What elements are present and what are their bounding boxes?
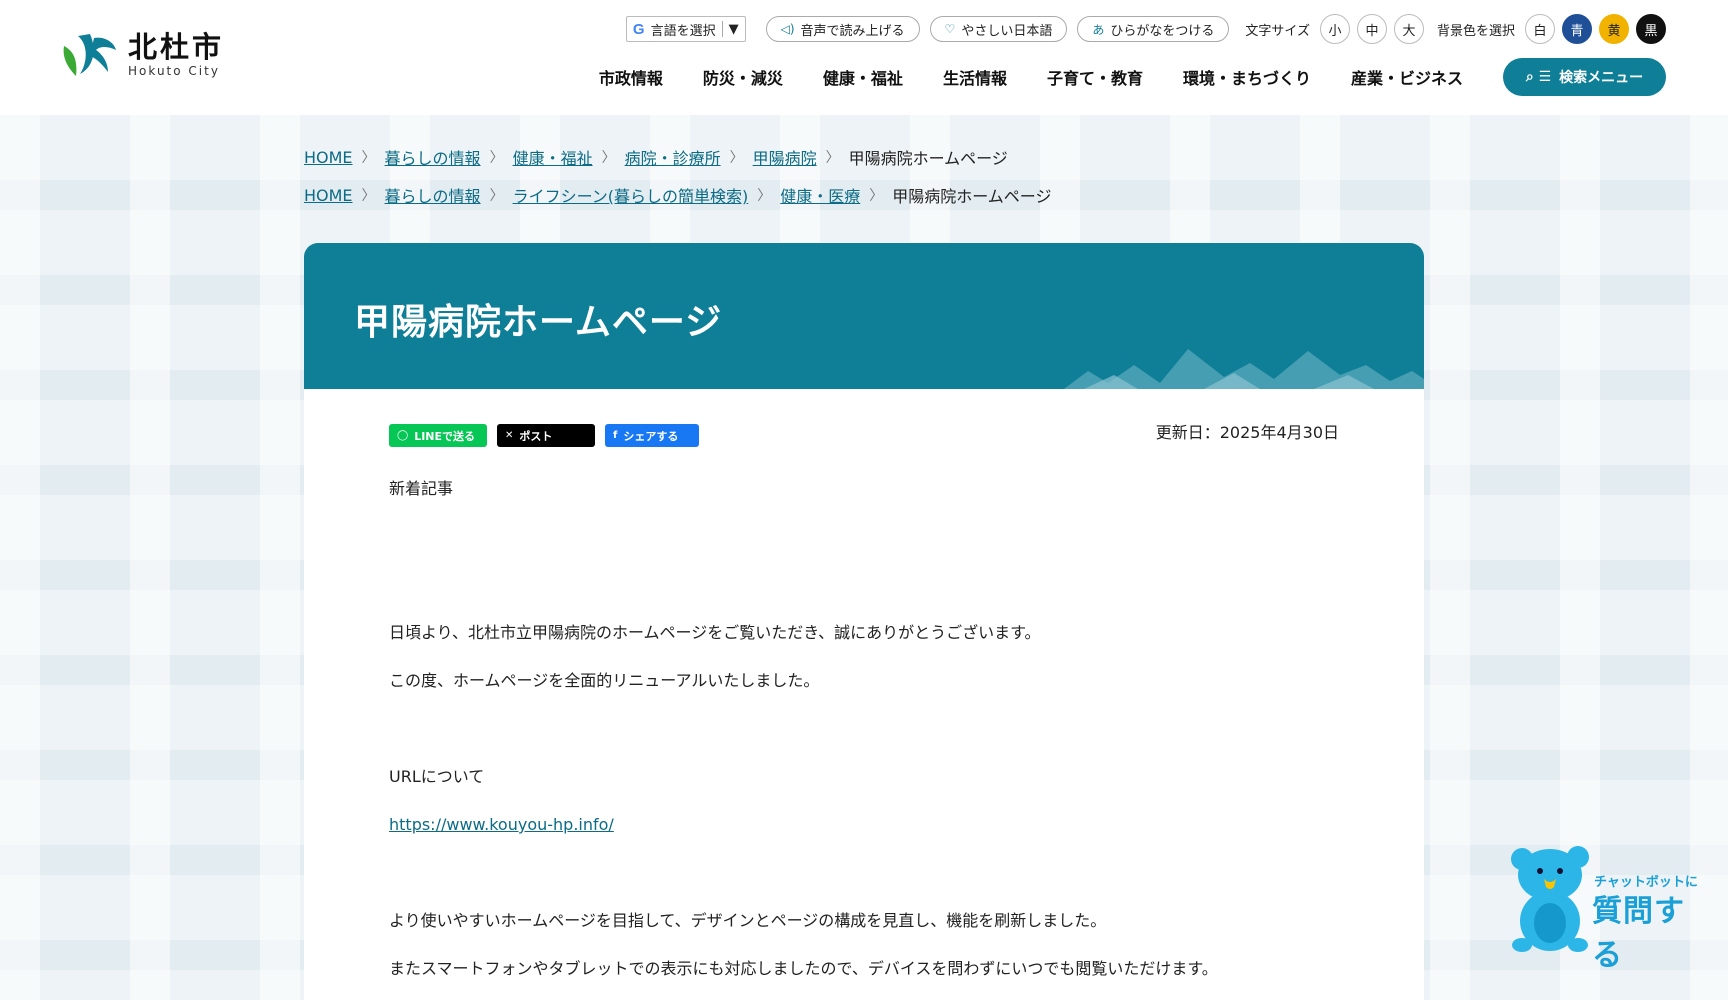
paragraph: またスマートフォンやタブレットでの表示にも対応しましたので、デバイスを問わずにい… — [389, 959, 1218, 978]
logo-jp-text: 北杜市 — [128, 29, 225, 64]
x-post-button[interactable]: ✕ ポスト — [497, 424, 595, 447]
chatbot-button[interactable]: チャットボットに 質問する — [1508, 845, 1708, 973]
chevron-right-icon: 〉 — [825, 150, 840, 166]
hokuto-logo-icon — [63, 34, 116, 76]
nav-item-business[interactable]: 産業・ビジネス — [1351, 65, 1463, 89]
site-header: 北杜市 Hokuto City G 言語を選択 ▼ ◁) 音声で読み上げる ♡ … — [0, 0, 1728, 115]
breadcrumb-current: 甲陽病院ホームページ — [848, 149, 1008, 168]
nav-item-health[interactable]: 健康・福祉 — [823, 65, 903, 89]
breadcrumb-link-living[interactable]: 暮らしの情報 — [385, 145, 481, 169]
breadcrumb-link-hospitals[interactable]: 病院・診療所 — [625, 145, 721, 169]
speaker-icon: ◁) — [780, 22, 795, 36]
new-articles-heading: 新着記事 — [389, 479, 454, 498]
font-size-label: 文字サイズ — [1245, 23, 1310, 39]
chatbot-big-text: 質問する — [1592, 894, 1685, 973]
facebook-share-button[interactable]: f シェアする — [605, 424, 699, 447]
chevron-right-icon: 〉 — [361, 188, 376, 204]
google-icon: G — [632, 20, 645, 38]
search-menu-label: 検索メニュー — [1559, 70, 1644, 86]
font-size-small-button[interactable]: 小 — [1319, 14, 1350, 44]
breadcrumb-link-kouyou[interactable]: 甲陽病院 — [753, 145, 817, 169]
easy-japanese-button[interactable]: ♡ やさしい日本語 — [929, 16, 1068, 42]
furigana-button[interactable]: あ ひらがなをつける — [1077, 16, 1230, 42]
x-icon: ✕ — [505, 430, 514, 441]
bg-color-label: 背景色を選択 — [1436, 23, 1515, 39]
search-menu-button[interactable]: ⌕ ☰ 検索メニュー — [1503, 58, 1666, 96]
language-select-divider — [721, 21, 723, 37]
bg-color-black-button[interactable]: 黒 — [1636, 14, 1666, 44]
chevron-right-icon: 〉 — [729, 150, 744, 166]
x-post-label: ポスト — [519, 429, 553, 443]
nav-item-environment[interactable]: 環境・まちづくり — [1183, 65, 1311, 89]
easy-japanese-label: やさしい日本語 — [961, 23, 1053, 39]
paragraph: 日頃より、北杜市立甲陽病院のホームページをご覧いただき、誠にありがとうございます… — [389, 623, 1041, 642]
paragraph: この度、ホームページを全面的リニューアルいたしました。 — [389, 671, 820, 690]
updated-date: 更新日：2025年4月30日 — [1155, 423, 1339, 442]
site-logo[interactable]: 北杜市 Hokuto City — [58, 28, 224, 80]
breadcrumb-current: 甲陽病院ホームページ — [892, 187, 1052, 206]
breadcrumb-link-living[interactable]: 暮らしの情報 — [385, 183, 481, 207]
utility-bar: G 言語を選択 ▼ ◁) 音声で読み上げる ♡ やさしい日本語 あ ひらがなをつ… — [625, 14, 1666, 44]
bg-color-white-button[interactable]: 白 — [1525, 14, 1555, 44]
global-nav: 市政情報 防災・減災 健康・福祉 生活情報 子育て・教育 環境・まちづくり 産業… — [579, 58, 1666, 96]
breadcrumb-link-home[interactable]: HOME — [304, 148, 353, 167]
mountain-decoration-icon — [1064, 349, 1424, 389]
breadcrumb-secondary: HOME 〉 暮らしの情報 〉 ライフシーン(暮らしの簡単検索) 〉 健康・医療… — [304, 183, 1051, 207]
chevron-right-icon: 〉 — [361, 150, 376, 166]
chevron-right-icon: 〉 — [489, 188, 504, 204]
chevron-right-icon: 〉 — [489, 150, 504, 166]
hospital-url-link[interactable]: https://www.kouyou-hp.info/ — [389, 815, 614, 834]
breadcrumb: HOME 〉 暮らしの情報 〉 健康・福祉 〉 病院・診療所 〉 甲陽病院 〉 … — [304, 145, 1008, 169]
language-select[interactable]: G 言語を選択 ▼ — [625, 16, 746, 42]
article-body: ◯ LINEで送る ✕ ポスト f シェアする 更新日：2025年4月30日 新… — [304, 389, 1424, 1000]
read-aloud-label: 音声で読み上げる — [800, 23, 905, 39]
paragraph: より使いやすいホームページを目指して、デザインとページの構成を見直し、機能を刷新… — [389, 911, 1107, 930]
chevron-down-icon: ▼ — [728, 21, 739, 37]
bg-color-yellow-button[interactable]: 黄 — [1599, 14, 1629, 44]
search-icon: ⌕ ☰ — [1525, 69, 1552, 85]
furigana-label: ひらがなをつける — [1110, 23, 1215, 39]
line-icon: ◯ — [397, 430, 409, 441]
line-share-button[interactable]: ◯ LINEで送る — [389, 424, 487, 447]
share-buttons: ◯ LINEで送る ✕ ポスト f シェアする — [389, 424, 709, 447]
language-select-label: 言語を選択 — [650, 23, 716, 39]
nav-item-disaster[interactable]: 防災・減災 — [703, 65, 783, 89]
page-title: 甲陽病院ホームページ — [354, 302, 723, 343]
page-title-banner: 甲陽病院ホームページ — [304, 243, 1424, 389]
hiragana-icon: あ — [1092, 22, 1105, 37]
heart-icon: ♡ — [944, 22, 956, 36]
nav-item-childcare[interactable]: 子育て・教育 — [1047, 65, 1143, 89]
facebook-icon: f — [613, 430, 618, 441]
main-panel: 甲陽病院ホームページ ◯ LINEで送る ✕ ポスト f シェアする 更新日：2… — [304, 243, 1424, 1000]
mascot-icon — [1511, 846, 1589, 952]
breadcrumb-link-home[interactable]: HOME — [304, 186, 353, 205]
nav-item-living[interactable]: 生活情報 — [943, 65, 1007, 89]
breadcrumb-link-lifescene[interactable]: ライフシーン(暮らしの簡単検索) — [513, 183, 749, 207]
facebook-share-label: シェアする — [623, 429, 679, 443]
chevron-right-icon: 〉 — [601, 150, 616, 166]
font-size-medium-button[interactable]: 中 — [1356, 14, 1387, 44]
chevron-right-icon: 〉 — [757, 188, 772, 204]
chevron-right-icon: 〉 — [869, 188, 884, 204]
logo-en-text: Hokuto City — [128, 63, 220, 78]
line-share-label: LINEで送る — [414, 429, 476, 443]
read-aloud-button[interactable]: ◁) 音声で読み上げる — [765, 16, 920, 42]
breadcrumb-link-medical[interactable]: 健康・医療 — [780, 183, 860, 207]
bg-color-blue-button[interactable]: 青 — [1562, 14, 1592, 44]
url-heading: URLについて — [389, 767, 485, 786]
breadcrumb-link-health[interactable]: 健康・福祉 — [513, 145, 593, 169]
nav-item-city-info[interactable]: 市政情報 — [599, 65, 663, 89]
font-size-large-button[interactable]: 大 — [1393, 14, 1424, 44]
